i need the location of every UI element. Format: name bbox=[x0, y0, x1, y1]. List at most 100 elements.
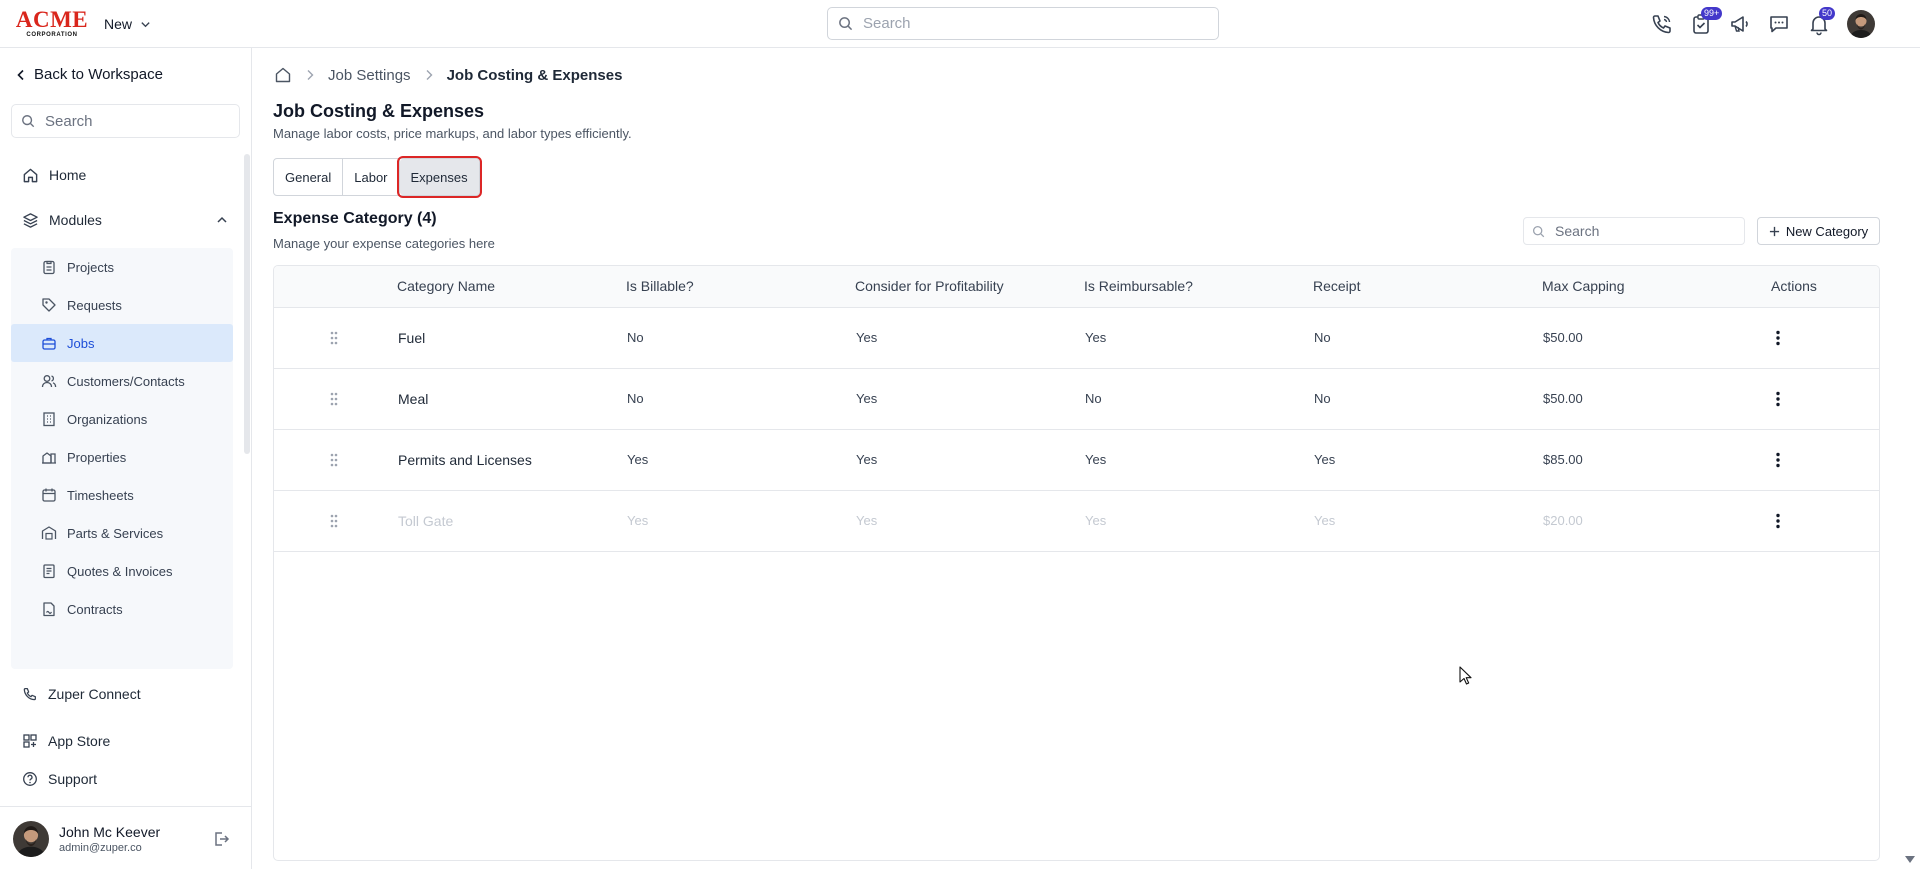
drag-handle-icon[interactable] bbox=[329, 452, 339, 468]
new-menu-button[interactable]: New bbox=[104, 14, 151, 34]
sidebar-item-app-store[interactable]: App Store bbox=[11, 723, 240, 759]
sidebar-item-projects[interactable]: Projects bbox=[11, 248, 233, 286]
mouse-cursor-icon bbox=[1459, 666, 1473, 686]
more-vertical-icon[interactable] bbox=[1768, 450, 1788, 470]
sidebar-item-label: Projects bbox=[67, 259, 114, 275]
sidebar-item-label: App Store bbox=[48, 733, 111, 749]
cell-profitability: Yes bbox=[856, 330, 878, 345]
cell-max-capping: $20.00 bbox=[1543, 513, 1583, 528]
sidebar-item-label: Timesheets bbox=[67, 487, 134, 503]
modules-list: Projects Requests Jobs Customers/Contact… bbox=[11, 248, 233, 669]
table-row[interactable]: Toll Gate Yes Yes Yes Yes $20.00 bbox=[274, 491, 1879, 552]
cell-max-capping: $85.00 bbox=[1543, 452, 1583, 467]
chevron-down-icon bbox=[140, 19, 151, 30]
more-vertical-icon[interactable] bbox=[1768, 328, 1788, 348]
sidebar-item-quotes-invoices[interactable]: Quotes & Invoices bbox=[11, 552, 233, 590]
tasks-icon[interactable]: 99+ bbox=[1689, 7, 1723, 36]
sidebar-item-home[interactable]: Home bbox=[11, 157, 240, 193]
phone-icon[interactable] bbox=[1650, 12, 1674, 36]
new-category-label: New Category bbox=[1785, 223, 1869, 239]
cell-profitability: Yes bbox=[856, 513, 878, 528]
notifications-badge: 50 bbox=[1819, 7, 1836, 20]
cell-category-name: Toll Gate bbox=[398, 513, 454, 529]
plus-icon bbox=[1769, 226, 1780, 237]
drag-handle-icon[interactable] bbox=[329, 513, 339, 529]
logo-sub-text: CORPORATION bbox=[26, 32, 78, 38]
sidebar-item-modules[interactable]: Modules bbox=[11, 202, 240, 238]
cell-max-capping: $50.00 bbox=[1543, 391, 1583, 406]
tab-labor[interactable]: Labor bbox=[343, 159, 400, 195]
column-header-actions: Actions bbox=[1771, 278, 1817, 294]
cell-profitability: Yes bbox=[856, 391, 878, 406]
user-avatar[interactable] bbox=[13, 821, 49, 857]
user-avatar-top[interactable] bbox=[1847, 10, 1875, 38]
sidebar-item-label: Requests bbox=[67, 297, 122, 313]
sidebar-item-label: Organizations bbox=[67, 411, 148, 427]
sidebar-item-requests[interactable]: Requests bbox=[11, 286, 233, 324]
more-vertical-icon[interactable] bbox=[1768, 511, 1788, 531]
section-title: Expense Category (4) bbox=[273, 210, 437, 227]
cell-receipt: No bbox=[1314, 330, 1331, 345]
category-search[interactable] bbox=[1523, 217, 1745, 245]
briefcase-icon bbox=[41, 335, 57, 351]
cell-profitability: Yes bbox=[856, 452, 878, 467]
tab-expenses[interactable]: Expenses bbox=[396, 156, 482, 198]
sidebar-item-jobs[interactable]: Jobs bbox=[11, 324, 233, 362]
breadcrumb: Job Settings Job Costing & Expenses bbox=[274, 64, 622, 86]
chat-icon[interactable] bbox=[1767, 12, 1791, 36]
sidebar-item-support[interactable]: Support bbox=[11, 761, 240, 797]
scroll-down-arrow-icon[interactable] bbox=[1904, 855, 1916, 865]
search-icon bbox=[21, 114, 35, 128]
sidebar-search[interactable] bbox=[11, 104, 240, 138]
page-title: Job Costing & Expenses bbox=[273, 101, 485, 121]
cell-reimbursable: Yes bbox=[1085, 452, 1107, 467]
table-row[interactable]: Fuel No Yes Yes No $50.00 bbox=[274, 308, 1879, 369]
chevron-right-icon bbox=[425, 69, 433, 81]
cell-billable: No bbox=[627, 391, 644, 406]
megaphone-icon[interactable] bbox=[1728, 12, 1752, 36]
cell-billable: Yes bbox=[627, 513, 649, 528]
global-search-input[interactable] bbox=[861, 14, 1185, 33]
logout-icon[interactable] bbox=[212, 830, 230, 848]
drag-handle-icon[interactable] bbox=[329, 330, 339, 346]
table-row[interactable]: Meal No Yes No No $50.00 bbox=[274, 369, 1879, 430]
bell-icon[interactable]: 50 bbox=[1807, 7, 1836, 36]
cell-receipt: Yes bbox=[1314, 513, 1336, 528]
column-header-max-capping: Max Capping bbox=[1542, 278, 1625, 294]
category-search-input[interactable] bbox=[1553, 222, 1737, 240]
sidebar-item-properties[interactable]: Properties bbox=[11, 438, 233, 476]
logo-main-text: ACME bbox=[15, 7, 89, 32]
sidebar-item-organizations[interactable]: Organizations bbox=[11, 400, 233, 438]
cell-reimbursable: No bbox=[1085, 391, 1102, 406]
column-header-reimbursable: Is Reimbursable? bbox=[1084, 278, 1193, 294]
sidebar-item-label: Customers/Contacts bbox=[67, 373, 185, 389]
breadcrumb-current: Job Costing & Expenses bbox=[446, 66, 623, 84]
new-label: New bbox=[104, 16, 133, 32]
tab-general[interactable]: General bbox=[274, 159, 344, 195]
chevron-up-icon[interactable] bbox=[216, 214, 228, 226]
warehouse-icon bbox=[41, 525, 57, 541]
back-to-workspace-link[interactable]: Back to Workspace bbox=[16, 66, 163, 83]
table-row[interactable]: Permits and Licenses Yes Yes Yes Yes $85… bbox=[274, 430, 1879, 491]
section-subtitle: Manage your expense categories here bbox=[273, 236, 495, 251]
column-header-profitability: Consider for Profitability bbox=[855, 278, 1004, 294]
drag-handle-icon[interactable] bbox=[329, 391, 339, 407]
sidebar-item-timesheets[interactable]: Timesheets bbox=[11, 476, 233, 514]
sidebar-item-customers-contacts[interactable]: Customers/Contacts bbox=[11, 362, 233, 400]
users-icon bbox=[41, 373, 57, 389]
more-vertical-icon[interactable] bbox=[1768, 389, 1788, 409]
new-category-button[interactable]: New Category bbox=[1757, 217, 1880, 245]
acme-logo[interactable]: ACME CORPORATION bbox=[16, 8, 88, 38]
global-search[interactable] bbox=[827, 7, 1219, 40]
sidebar-scrollbar[interactable] bbox=[244, 154, 250, 454]
layers-icon bbox=[22, 212, 39, 229]
sidebar-item-contracts[interactable]: Contracts bbox=[11, 590, 233, 628]
sidebar-item-label: Home bbox=[49, 167, 87, 183]
table-header: Category Name Is Billable? Consider for … bbox=[274, 266, 1879, 308]
sidebar-item-zuper-connect[interactable]: Zuper Connect bbox=[11, 676, 240, 712]
home-icon[interactable] bbox=[274, 66, 292, 84]
search-icon bbox=[838, 16, 853, 31]
sidebar-search-input[interactable] bbox=[43, 111, 227, 131]
breadcrumb-job-settings[interactable]: Job Settings bbox=[328, 67, 411, 84]
sidebar-item-parts-services[interactable]: Parts & Services bbox=[11, 514, 233, 552]
